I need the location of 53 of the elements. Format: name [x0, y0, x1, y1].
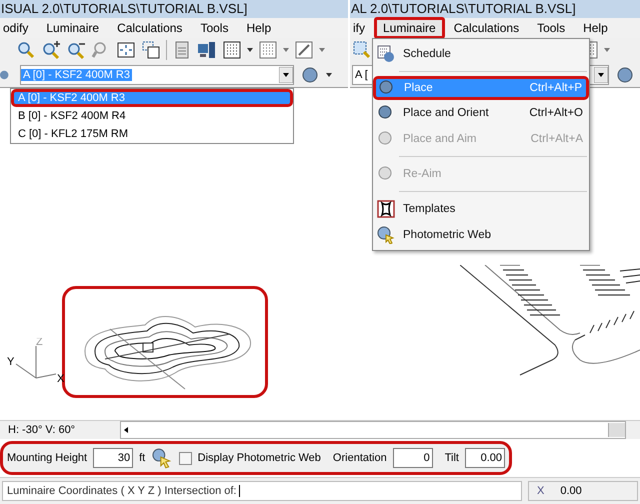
zoom-in-icon[interactable]	[41, 40, 61, 60]
table-icon	[377, 45, 395, 63]
checkbox-label: Display Photometric Web	[198, 452, 321, 464]
checkbox[interactable]	[178, 452, 192, 464]
dropdown-option[interactable]: B [0] - KSF2 400M R4	[11, 107, 293, 125]
caret-icon[interactable]	[247, 48, 253, 52]
dropdown-option[interactable]: C [0] - KFL2 175M RM	[11, 125, 293, 143]
caret-icon[interactable]	[326, 72, 332, 77]
axis-label: Y	[7, 356, 14, 368]
template-icon	[377, 200, 395, 218]
menu-item[interactable]: Tools	[528, 16, 574, 39]
computer-icon[interactable]	[197, 40, 217, 60]
tilt-field[interactable]: 0.00	[465, 448, 505, 468]
sphere-icon[interactable]	[300, 64, 320, 85]
menu-item[interactable]: Calculations	[108, 16, 192, 39]
dropdown-arrow-icon[interactable]	[279, 66, 293, 83]
orientation-field[interactable]: 0	[392, 448, 433, 468]
zoom-icon[interactable]	[352, 40, 372, 60]
sphere-icon[interactable]	[615, 64, 635, 85]
window-title: AL 2.0\TUTORIALS\TUTORIAL B.VSL]	[350, 0, 640, 18]
zoom-icon[interactable]	[16, 40, 36, 60]
grid-icon[interactable]	[258, 40, 278, 60]
menu-item[interactable]: odify	[0, 16, 38, 39]
selected-value: A [0] - KSF2 400M R3	[21, 68, 132, 81]
menu-item[interactable]: Schedule	[373, 41, 589, 67]
menu-item[interactable]: Help	[574, 16, 617, 39]
sphere-pointer-icon	[377, 226, 395, 244]
scroll-thumb[interactable]	[608, 423, 625, 437]
field-label: Orientation	[332, 452, 387, 464]
mounting-height-field[interactable]: 30	[93, 448, 134, 468]
selected-value: A [	[354, 68, 369, 81]
field-label: Tilt	[444, 452, 459, 464]
coordinate-panel: X 0.00	[528, 481, 638, 501]
fit-view-icon[interactable]	[116, 40, 136, 60]
menu-item[interactable]: Luminaire	[37, 16, 108, 39]
window-title: ISUAL 2.0\TUTORIALS\TUTORIAL B.VSL]	[0, 0, 348, 18]
pencil-grid-icon[interactable]	[294, 40, 314, 60]
menu-item[interactable]: Tools	[191, 16, 238, 39]
window-select-icon[interactable]	[141, 40, 161, 60]
menu-item[interactable]: ify	[350, 16, 374, 39]
field-label: Mounting Height	[7, 452, 88, 464]
view-angle-label: H: -30° V: 60°	[7, 424, 76, 436]
menu-item[interactable]: Luminaire	[374, 16, 445, 39]
unit-label: ft	[139, 452, 146, 464]
grid-icon[interactable]	[222, 40, 242, 60]
sphere-pointer-icon[interactable]	[151, 447, 173, 469]
menu-item[interactable]: Help	[237, 16, 280, 39]
horizontal-scrollbar[interactable]	[120, 421, 626, 439]
menu-item[interactable]: Templates	[373, 196, 589, 222]
menu-item[interactable]: Place and Orient Ctrl+Alt+O	[373, 100, 589, 126]
menu-item[interactable]: Calculations	[444, 16, 528, 39]
dropdown-arrow-icon[interactable]	[594, 66, 608, 83]
menu-item[interactable]: Photometric Web	[373, 222, 589, 248]
